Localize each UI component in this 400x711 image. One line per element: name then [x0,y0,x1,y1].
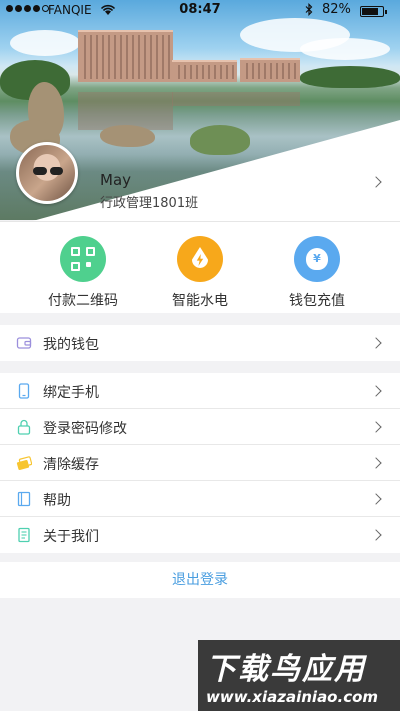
water-electric-icon [177,236,223,282]
logout-button[interactable]: 退出登录 [0,562,400,598]
battery-percent: 82% [322,2,351,17]
wallet-group: 我的钱包 [0,325,400,361]
list-item-label: 关于我们 [43,529,99,545]
battery-fill [362,8,378,15]
chevron-right-icon [370,337,382,349]
lock-icon [16,419,32,435]
quick-action-wallet-topup[interactable]: ¥ 钱包充值 [262,236,372,310]
quick-action-payment-qr[interactable]: 付款二维码 [28,236,138,310]
money-bag-icon: ¥ [294,236,340,282]
list-item-label: 登录密码修改 [43,421,127,437]
watermark-url: www.xiazainiao.com [206,688,379,706]
avatar[interactable] [16,142,78,204]
avatar-sunglasses [33,167,63,175]
watermark-title: 下载鸟应用 [206,652,366,687]
quick-action-smart-utilities[interactable]: 智能水电 [145,236,255,310]
clear-cache-icon [16,455,33,471]
list-item-label: 清除缓存 [43,457,99,473]
list-item-label: 绑定手机 [43,385,99,401]
document-icon [16,527,32,543]
chevron-right-icon [370,493,382,505]
battery-icon [360,6,387,17]
status-bar: FANQIE 08:47 82% [0,0,400,22]
quick-action-label: 智能水电 [172,293,228,309]
list-item-my-wallet[interactable]: 我的钱包 [0,325,400,361]
chevron-right-icon [370,421,382,433]
list-item-change-password[interactable]: 登录密码修改 [0,409,400,445]
chevron-right-icon [370,457,382,469]
profile-class: 行政管理1801班 [100,196,199,211]
list-item-bind-phone[interactable]: 绑定手机 [0,373,400,409]
chevron-right-icon [370,529,382,541]
quick-actions-panel: 付款二维码 智能水电 ¥ 钱包充值 [0,221,400,313]
phone-icon [16,383,32,399]
list-item-label: 我的钱包 [43,337,99,353]
chevron-right-icon [370,385,382,397]
list-item-about-us[interactable]: 关于我们 [0,517,400,553]
book-icon [16,491,32,507]
bluetooth-icon [305,3,313,19]
logout-label: 退出登录 [172,572,228,588]
watermark-logo: 下载鸟应用 www.xiazainiao.com [198,640,400,711]
chevron-right-icon [370,176,382,188]
quick-action-label: 付款二维码 [48,293,118,309]
settings-group: 绑定手机 登录密码修改 清除缓存 帮助 关于我们 [0,373,400,553]
wallet-icon [16,335,32,351]
list-item-clear-cache[interactable]: 清除缓存 [0,445,400,481]
list-item-help[interactable]: 帮助 [0,481,400,517]
quick-action-label: 钱包充值 [289,293,345,309]
qr-code-icon [60,236,106,282]
profile-name: May [100,171,132,189]
list-item-label: 帮助 [43,493,71,509]
